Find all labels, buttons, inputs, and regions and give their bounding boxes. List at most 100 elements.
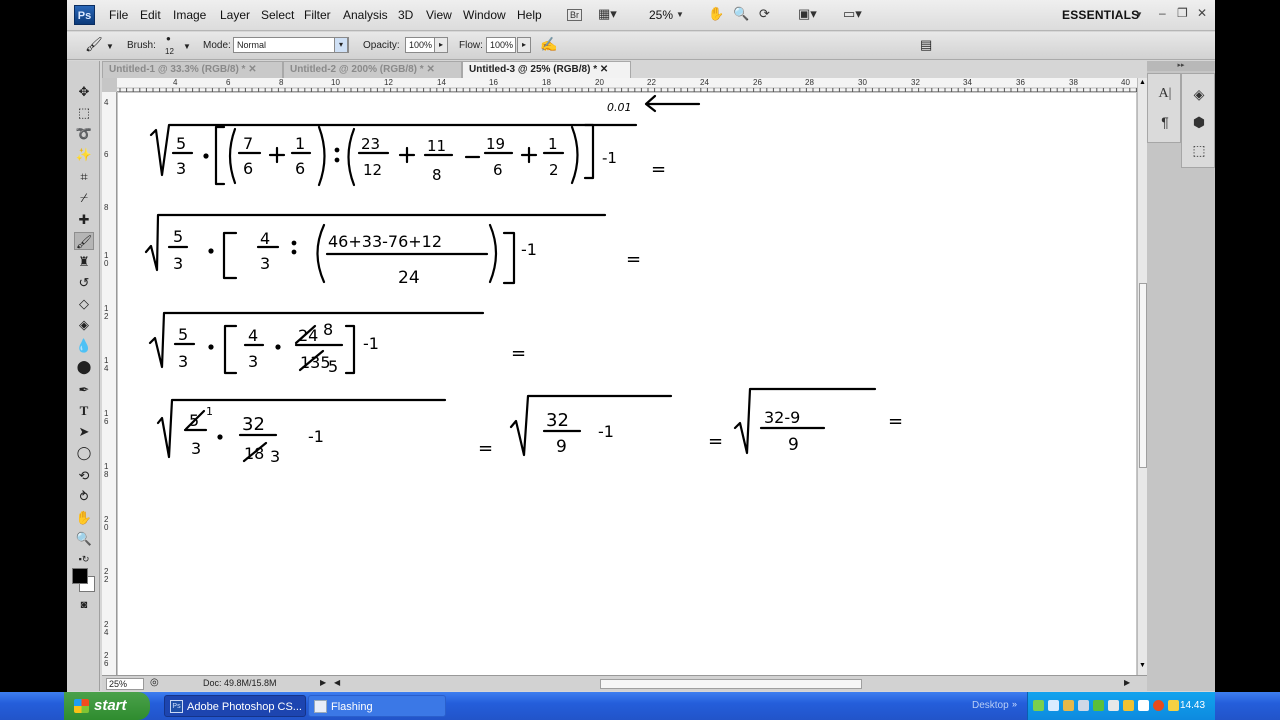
- menu-file[interactable]: File: [109, 8, 128, 22]
- dock-collapse-icon[interactable]: ▸▸: [1147, 61, 1215, 71]
- paths-panel-icon[interactable]: ⬚: [1189, 140, 1209, 160]
- mode-dropdown-icon[interactable]: ▾: [334, 37, 348, 53]
- tab-untitled-3[interactable]: Untitled-3 @ 25% (RGB/8) * ✕: [462, 61, 631, 78]
- scroll-down-icon[interactable]: ▼: [1139, 662, 1146, 669]
- history-brush-tool-icon[interactable]: ↺: [74, 274, 94, 292]
- flow-slider-icon[interactable]: ▸: [517, 37, 531, 53]
- 3d-orbit-tool-icon[interactable]: ⥁: [74, 488, 94, 506]
- brush-panel-icon[interactable]: ▤: [920, 37, 932, 53]
- tray-check-icon[interactable]: [1093, 700, 1104, 711]
- path-selection-tool-icon[interactable]: ➤: [74, 423, 94, 441]
- tray-volume-icon[interactable]: [1108, 700, 1119, 711]
- horizontal-scroll-thumb[interactable]: [600, 679, 862, 689]
- marquee-tool-icon[interactable]: ⬚: [74, 104, 94, 122]
- clone-stamp-tool-icon[interactable]: ♜: [74, 253, 94, 271]
- character-panel-icon[interactable]: A|: [1155, 84, 1175, 104]
- 3d-rotate-tool-icon[interactable]: ⟲: [74, 467, 94, 485]
- eraser-tool-icon[interactable]: ◇: [74, 295, 94, 313]
- layers-panel-icon[interactable]: ◈: [1189, 84, 1209, 104]
- restore-icon[interactable]: ❐: [1177, 6, 1188, 20]
- paragraph-panel-icon[interactable]: ¶: [1155, 112, 1175, 132]
- dodge-tool-icon[interactable]: ⬤: [74, 358, 94, 376]
- blur-tool-icon[interactable]: 💧: [74, 337, 94, 355]
- type-tool-icon[interactable]: T: [74, 402, 94, 420]
- opacity-input[interactable]: 100%: [405, 37, 435, 53]
- taskbar-item-photoshop[interactable]: Ps Adobe Photoshop CS...: [164, 695, 306, 717]
- flow-input[interactable]: 100%: [486, 37, 516, 53]
- quick-mask-icon[interactable]: ◙: [74, 596, 94, 614]
- workspace-switcher[interactable]: ESSENTIALS: [1062, 8, 1139, 22]
- tray-app-icon[interactable]: [1123, 700, 1134, 711]
- tab-untitled-1[interactable]: Untitled-1 @ 33.3% (RGB/8) * ✕: [102, 61, 283, 78]
- lasso-tool-icon[interactable]: ➰: [74, 125, 94, 143]
- tab-close-icon[interactable]: ✕: [600, 64, 608, 75]
- paint-bucket-tool-icon[interactable]: ◈: [74, 316, 94, 334]
- menu-filter[interactable]: Filter: [304, 8, 331, 22]
- hand-tool-icon[interactable]: ✋: [708, 6, 724, 22]
- brush-tool-icon[interactable]: 🖌: [74, 232, 94, 250]
- workspace-dropdown-icon[interactable]: ▼: [1135, 10, 1143, 19]
- mode-select[interactable]: Normal: [233, 37, 349, 53]
- bridge-button[interactable]: Br: [567, 9, 582, 21]
- taskbar-item-flashing[interactable]: Flashing: [308, 695, 446, 717]
- healing-brush-tool-icon[interactable]: ✚: [74, 211, 94, 229]
- menu-view[interactable]: View: [426, 8, 452, 22]
- scroll-up-icon[interactable]: ▲: [1139, 79, 1146, 86]
- tray-monitor-icon[interactable]: [1138, 700, 1149, 711]
- menu-layer[interactable]: Layer: [220, 8, 250, 22]
- tray-warning-icon[interactable]: [1168, 700, 1179, 711]
- channels-panel-icon[interactable]: ⬢: [1189, 112, 1209, 132]
- vertical-scroll-thumb[interactable]: [1139, 283, 1147, 468]
- minimize-icon[interactable]: –: [1159, 6, 1166, 20]
- pen-tool-icon[interactable]: ✒: [74, 381, 94, 399]
- foreground-color-swatch[interactable]: [72, 568, 88, 584]
- scroll-right-icon[interactable]: ▶: [1124, 678, 1130, 687]
- brush-dropdown-icon[interactable]: ▼: [183, 42, 191, 51]
- tray-security-icon[interactable]: [1048, 700, 1059, 711]
- zoom-dropdown-icon[interactable]: ▼: [676, 10, 684, 19]
- document-canvas[interactable]: 0.01 5 3 7 6 1 6 23 12 11 8 19 6 1 2 -1 …: [118, 93, 1136, 675]
- move-tool-icon[interactable]: ✥: [74, 83, 94, 101]
- tray-update-icon[interactable]: [1063, 700, 1074, 711]
- tray-firefox-icon[interactable]: [1153, 700, 1164, 711]
- menu-select[interactable]: Select: [261, 8, 294, 22]
- zoom-tool-icon[interactable]: 🔍: [733, 6, 749, 22]
- status-info-icon[interactable]: ◎: [150, 677, 159, 688]
- tray-usb-icon[interactable]: [1078, 700, 1089, 711]
- zoom-level[interactable]: 25%: [649, 8, 673, 22]
- menu-image[interactable]: Image: [173, 8, 206, 22]
- menu-analysis[interactable]: Analysis: [343, 8, 388, 22]
- status-menu-icon[interactable]: ▶: [320, 678, 326, 687]
- hand-tool-icon[interactable]: ✋: [74, 509, 94, 527]
- status-zoom[interactable]: 25%: [106, 678, 144, 690]
- tool-preset-dropdown-icon[interactable]: ▼: [106, 42, 114, 51]
- arrange-documents-icon[interactable]: ▣▾: [798, 6, 817, 22]
- frame-view-icon[interactable]: ▦▾: [598, 6, 617, 22]
- start-button[interactable]: start: [64, 692, 150, 720]
- zoom-tool-icon[interactable]: 🔍: [74, 530, 94, 548]
- eyedropper-tool-icon[interactable]: ⌿: [74, 189, 94, 207]
- tab-close-icon[interactable]: ✕: [248, 64, 256, 75]
- opacity-slider-icon[interactable]: ▸: [434, 37, 448, 53]
- screen-mode-icon[interactable]: ▭▾: [843, 6, 862, 22]
- tab-untitled-2[interactable]: Untitled-2 @ 200% (RGB/8) * ✕: [283, 61, 462, 78]
- toolbar-expand-icon[interactable]: »: [1012, 699, 1017, 709]
- tab-close-icon[interactable]: ✕: [426, 64, 434, 75]
- crop-tool-icon[interactable]: ⌗: [74, 168, 94, 186]
- menu-window[interactable]: Window: [463, 8, 506, 22]
- brush-dot-icon[interactable]: ●: [166, 34, 171, 43]
- airbrush-icon[interactable]: ✍: [540, 36, 557, 53]
- magic-wand-tool-icon[interactable]: ✨: [74, 146, 94, 164]
- close-icon[interactable]: ✕: [1197, 6, 1207, 20]
- tray-network-icon[interactable]: [1033, 700, 1044, 711]
- vertical-scrollbar[interactable]: ▲ ▼: [1137, 78, 1147, 675]
- shape-tool-icon[interactable]: ◯: [74, 444, 94, 462]
- menu-edit[interactable]: Edit: [140, 8, 161, 22]
- menu-help[interactable]: Help: [517, 8, 542, 22]
- desktop-toolbar-label[interactable]: Desktop: [972, 700, 1009, 711]
- menu-3d[interactable]: 3D: [398, 8, 413, 22]
- rotate-view-icon[interactable]: ⟳: [759, 6, 770, 22]
- scroll-left-icon[interactable]: ◀: [334, 678, 340, 687]
- swap-colors-icon[interactable]: ▪↻: [74, 550, 94, 568]
- brush-tool-preset-icon[interactable]: 🖌: [85, 36, 103, 53]
